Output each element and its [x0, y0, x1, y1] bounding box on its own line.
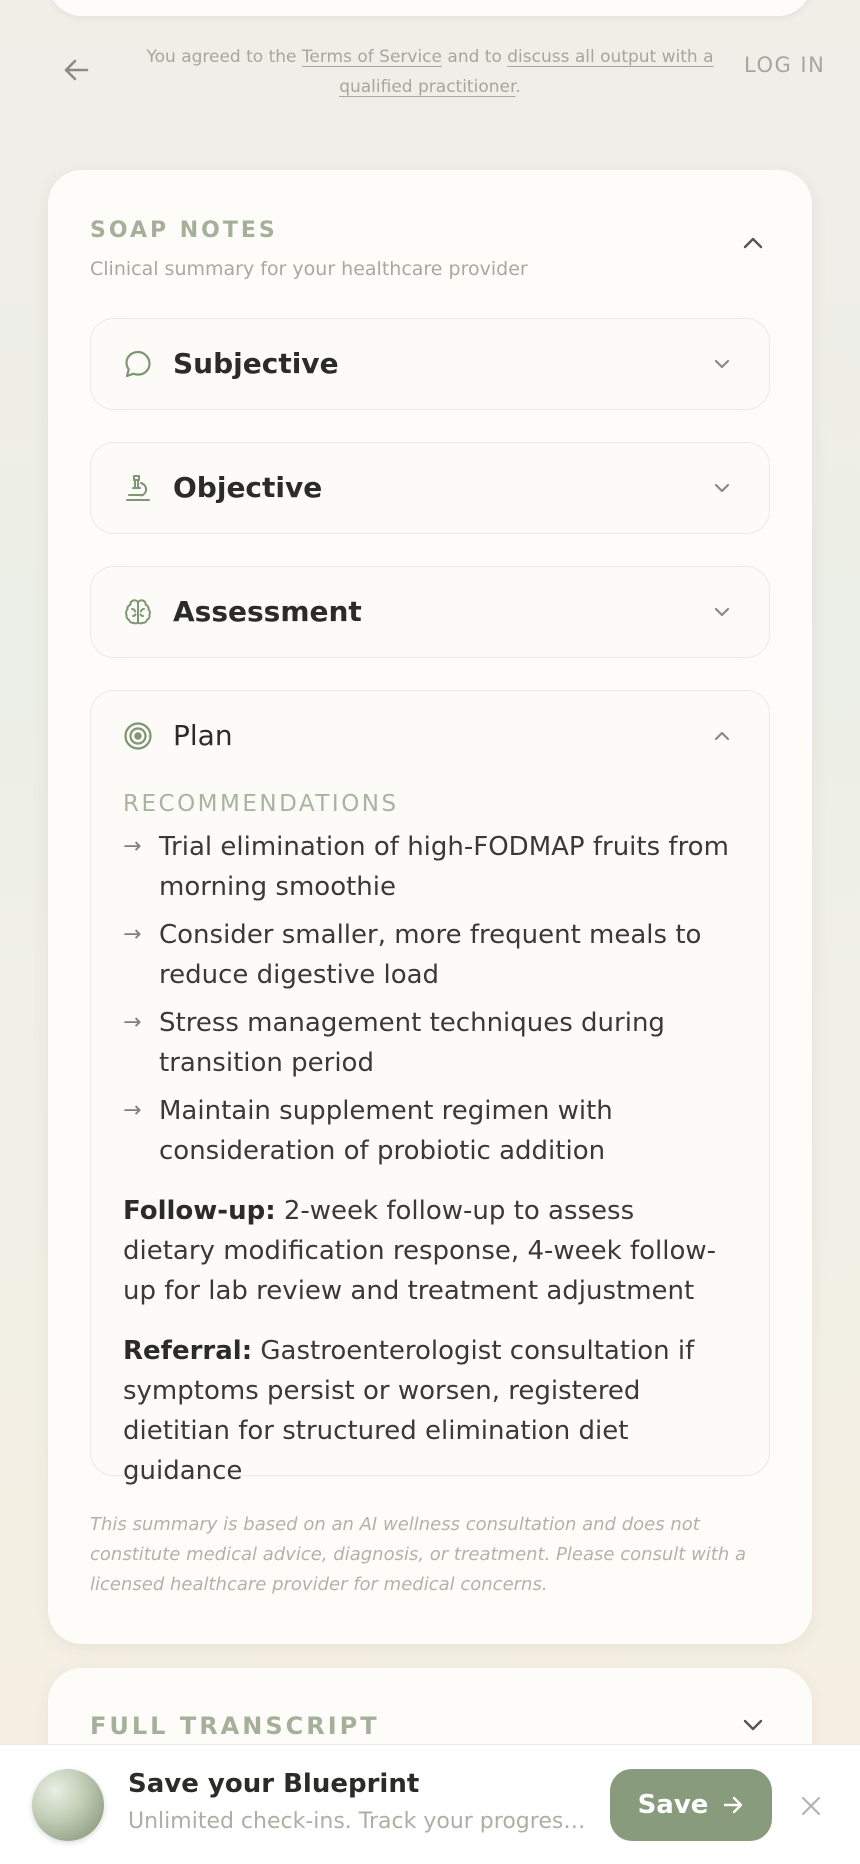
- back-button[interactable]: [58, 52, 94, 88]
- save-blueprint-bar: Save your Blueprint Unlimited check-ins.…: [0, 1744, 860, 1864]
- save-blueprint-title: Save your Blueprint: [128, 1769, 420, 1799]
- chevron-down-icon: [714, 483, 730, 493]
- terms-of-service-link[interactable]: Terms of Service: [302, 47, 442, 67]
- save-blueprint-subtitle: Unlimited check-ins. Track your progress…: [128, 1809, 588, 1834]
- list-item: → Trial elimination of high-FODMAP fruit…: [123, 827, 733, 907]
- section-plan-header[interactable]: Plan: [91, 691, 769, 781]
- chevron-up-icon: [743, 237, 763, 249]
- target-icon: [124, 722, 152, 750]
- section-subjective: Subjective: [90, 318, 770, 410]
- followup-paragraph: Follow-up: 2-week follow-up to assess di…: [123, 1191, 733, 1311]
- section-plan-label: Plan: [173, 719, 233, 752]
- header-bar: You agreed to the Terms of Service and t…: [0, 40, 860, 100]
- brain-icon: [125, 599, 151, 625]
- full-transcript-expand-button[interactable]: [738, 1710, 768, 1740]
- previous-card: [48, 0, 812, 16]
- recommendation-text: Trial elimination of high-FODMAP fruits …: [159, 832, 729, 902]
- arrow-right-icon: [724, 1796, 743, 1814]
- soap-notes-collapse-button[interactable]: [738, 228, 768, 258]
- section-assessment-header[interactable]: Assessment: [91, 567, 769, 657]
- referral-label: Referral:: [123, 1336, 253, 1366]
- recommendations-title: RECOMMENDATIONS: [123, 791, 399, 817]
- terms-notice: You agreed to the Terms of Service and t…: [120, 42, 740, 102]
- microscope-icon: [126, 475, 150, 501]
- recommendation-text: Consider smaller, more frequent meals to…: [159, 920, 702, 990]
- recommendations-list: → Trial elimination of high-FODMAP fruit…: [123, 827, 733, 1171]
- chevron-up-icon: [714, 731, 730, 741]
- list-item: → Consider smaller, more frequent meals …: [123, 915, 733, 995]
- chevron-down-icon: [714, 359, 730, 369]
- recommendation-text: Maintain supplement regimen with conside…: [159, 1096, 613, 1166]
- referral-paragraph: Referral: Gastroenterologist consultatio…: [123, 1331, 733, 1491]
- recommendation-text: Stress management techniques during tran…: [159, 1008, 665, 1078]
- soap-notes-title: SOAP NOTES: [90, 218, 278, 243]
- terms-text: and to: [442, 47, 508, 67]
- arrow-left-icon: [64, 59, 89, 81]
- chat-bubble-icon: [125, 350, 151, 378]
- close-button[interactable]: [796, 1791, 826, 1821]
- list-item: → Stress management techniques during tr…: [123, 1003, 733, 1083]
- section-plan: Plan RECOMMENDATIONS → Trial elimination…: [90, 690, 770, 1486]
- chevron-down-icon: [714, 607, 730, 617]
- full-transcript-title: FULL TRANSCRIPT: [90, 1712, 380, 1740]
- section-subjective-header[interactable]: Subjective: [91, 319, 769, 409]
- arrow-right-icon: →: [123, 834, 142, 859]
- blueprint-orb-avatar: [32, 1769, 104, 1841]
- soap-notes-card: SOAP NOTES Clinical summary for your hea…: [48, 170, 812, 1644]
- section-objective-header[interactable]: Objective: [91, 443, 769, 533]
- terms-text: .: [515, 77, 521, 97]
- section-objective-label: Objective: [173, 471, 323, 504]
- list-item: → Maintain supplement regimen with consi…: [123, 1091, 733, 1171]
- save-button-label: Save: [637, 1790, 709, 1820]
- section-subjective-label: Subjective: [173, 347, 339, 380]
- close-icon: [801, 1796, 821, 1816]
- medical-disclaimer: This summary is based on an AI wellness …: [90, 1514, 747, 1595]
- chevron-down-icon: [743, 1719, 763, 1731]
- soap-notes-subtitle: Clinical summary for your healthcare pro…: [90, 258, 528, 280]
- save-button[interactable]: Save: [610, 1769, 772, 1841]
- section-objective: Objective: [90, 442, 770, 534]
- arrow-right-icon: →: [123, 922, 142, 947]
- login-button[interactable]: LOG IN: [744, 53, 825, 77]
- plan-content: RECOMMENDATIONS → Trial elimination of h…: [123, 791, 733, 1491]
- followup-label: Follow-up:: [123, 1196, 276, 1226]
- arrow-right-icon: →: [123, 1098, 142, 1123]
- section-assessment: Assessment: [90, 566, 770, 658]
- section-assessment-label: Assessment: [173, 595, 362, 628]
- arrow-right-icon: →: [123, 1010, 142, 1035]
- terms-text: You agreed to the: [146, 47, 302, 67]
